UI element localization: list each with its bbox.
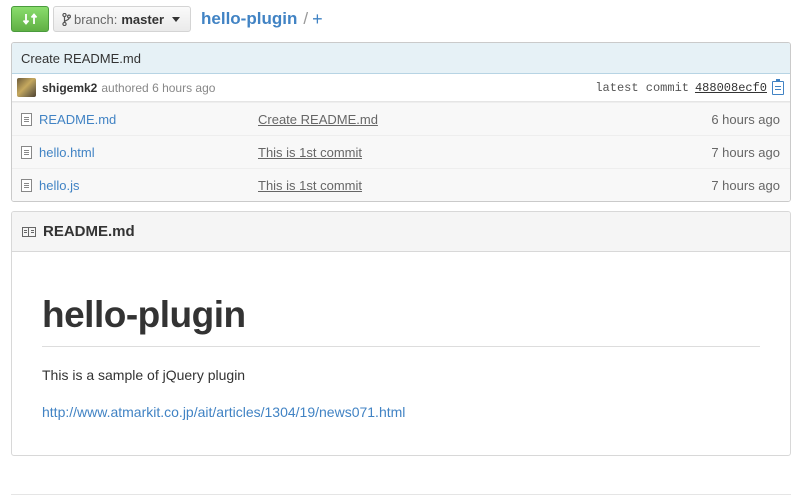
branch-prefix: branch: [74, 11, 118, 27]
commit-authored-time: authored 6 hours ago [101, 80, 216, 95]
file-age: 7 hours ago [711, 177, 780, 193]
commit-message: Create README.md [12, 43, 790, 74]
readme-link[interactable]: http://www.atmarkit.co.jp/ait/articles/1… [42, 404, 760, 420]
latest-commit-label: latest commit [595, 80, 689, 95]
file-commit-message[interactable]: This is 1st commit [258, 145, 362, 160]
readme-header: README.md [12, 212, 790, 252]
commit-author[interactable]: shigemk2 [42, 81, 97, 95]
compare-arrows-icon [22, 13, 38, 25]
readme-panel: README.md hello-plugin This is a sample … [11, 211, 791, 456]
file-name-link[interactable]: README.md [39, 112, 258, 127]
file-icon [21, 145, 32, 159]
commit-sha-link[interactable]: 488008ecf0 [695, 81, 767, 95]
readme-body: hello-plugin This is a sample of jQuery … [12, 294, 790, 420]
book-icon [22, 226, 36, 237]
file-icon [21, 112, 32, 126]
file-age: 6 hours ago [711, 111, 780, 127]
chevron-down-icon [172, 16, 181, 22]
file-icon [21, 178, 32, 192]
table-row: hello.html This is 1st commit 7 hours ag… [12, 135, 790, 168]
branch-name: master [121, 11, 165, 27]
compare-button[interactable] [11, 6, 49, 32]
repo-name-link[interactable]: hello-plugin [201, 9, 297, 29]
readme-heading: hello-plugin [42, 294, 760, 347]
file-age: 7 hours ago [711, 144, 780, 160]
file-commit-message[interactable]: Create README.md [258, 112, 378, 127]
readme-title: README.md [43, 223, 135, 240]
file-browser: Create README.md shigemk2 authored 6 hou… [11, 42, 791, 202]
file-commit-message[interactable]: This is 1st commit [258, 178, 362, 193]
readme-paragraph: This is a sample of jQuery plugin [42, 367, 246, 383]
avatar[interactable] [17, 78, 36, 97]
branch-icon [62, 12, 71, 26]
divider [11, 494, 791, 495]
file-name-link[interactable]: hello.html [39, 145, 258, 160]
breadcrumb: hello-plugin / + [201, 9, 323, 30]
file-name-link[interactable]: hello.js [39, 178, 258, 193]
new-file-link[interactable]: + [312, 9, 323, 30]
repo-toolbar: branch: master hello-plugin / + [11, 6, 323, 32]
clipboard-icon[interactable] [772, 78, 784, 95]
branch-selector[interactable]: branch: master [53, 6, 192, 32]
breadcrumb-separator: / [303, 9, 309, 28]
commit-meta: shigemk2 authored 6 hours ago latest com… [12, 74, 790, 102]
table-row: hello.js This is 1st commit 7 hours ago [12, 168, 790, 201]
table-row: README.md Create README.md 6 hours ago [12, 102, 790, 135]
